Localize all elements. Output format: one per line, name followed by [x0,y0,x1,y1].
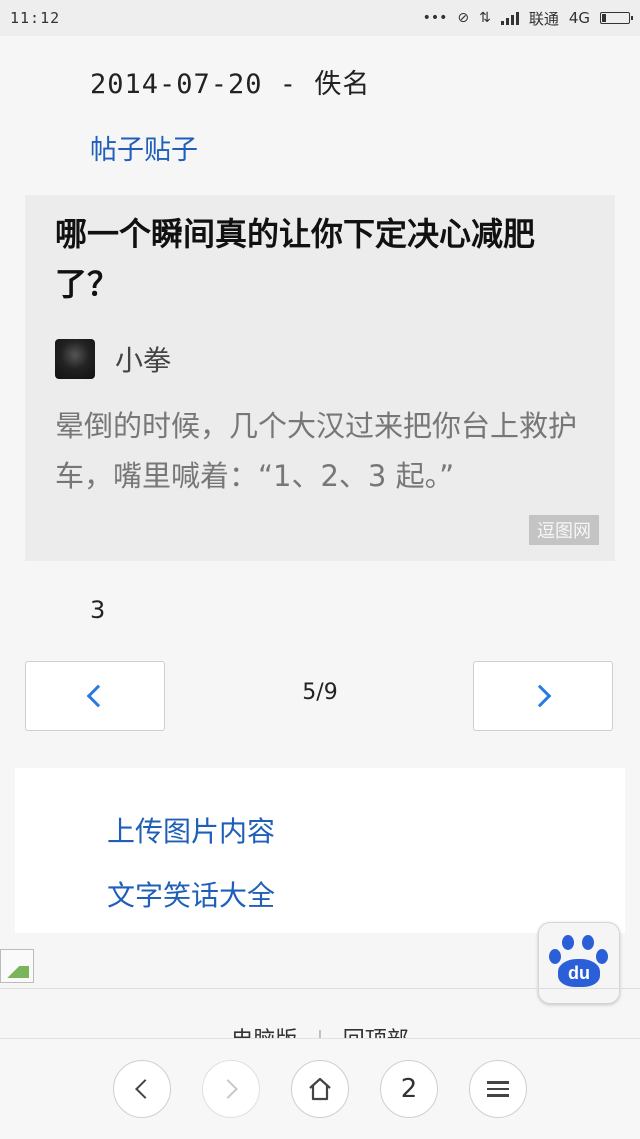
back-icon [135,1079,155,1099]
chevron-right-icon [528,684,552,708]
previous-page-button[interactable] [25,661,165,731]
status-bar: 11:12 ••• ⊘ ⇅ 联通 4G [0,0,640,36]
browser-home-button[interactable] [291,1060,349,1118]
post-card: 哪一个瞬间真的让你下定决心减肥了？ 小拳 晕倒的时候，几个大汉过来把你台上救护车… [25,195,615,561]
page-number: 3 [90,596,106,624]
post-date-author: 2014-07-20 - 佚名 [90,69,371,100]
home-icon [309,1077,331,1101]
post-body: 晕倒的时候，几个大汉过来把你台上救护车，嘴里喊着：“1、2、3 起。” [55,409,578,493]
divider [0,988,640,989]
author-name: 小拳 [115,344,172,377]
network-label: 4G [568,9,590,27]
forward-icon [218,1079,238,1099]
browser-toolbar: 2 [0,1038,640,1139]
upload-images-link[interactable]: 上传图片内容 [107,810,275,850]
status-icons: ••• ⊘ ⇅ 联通 4G [422,8,633,29]
baidu-logo-text: du [558,959,600,987]
next-page-button[interactable] [473,661,613,731]
battery-icon [600,12,633,24]
browser-tabs-button[interactable]: 2 [380,1060,438,1118]
dots-icon: ••• [422,10,448,26]
browser-forward-button[interactable] [202,1060,260,1118]
watermark: 逗图网 [529,515,599,545]
menu-icon [487,1077,509,1101]
broken-image-icon [0,949,34,983]
status-time: 11:12 [10,9,61,27]
browser-menu-button[interactable] [469,1060,527,1118]
category-link[interactable]: 帖子贴子 [90,128,198,167]
browser-back-button[interactable] [113,1060,171,1118]
author-row: 小拳 [55,339,585,379]
mute-icon: ⊘ [457,10,470,26]
avatar [55,339,95,379]
chevron-left-icon [86,684,110,708]
signal-icon [500,11,519,25]
links-panel: 上传图片内容 文字笑话大全 [15,768,625,933]
carrier-label: 联通 [528,9,559,28]
page-indicator: 5/9 [302,680,338,705]
tab-count: 2 [400,1074,418,1104]
baidu-paw-icon: du [549,935,609,991]
baidu-badge-button[interactable]: du [538,922,620,1004]
post-title: 哪一个瞬间真的让你下定决心减肥了？ [55,215,536,303]
data-arrows-icon: ⇅ [479,10,491,26]
text-jokes-link[interactable]: 文字笑话大全 [107,874,275,914]
